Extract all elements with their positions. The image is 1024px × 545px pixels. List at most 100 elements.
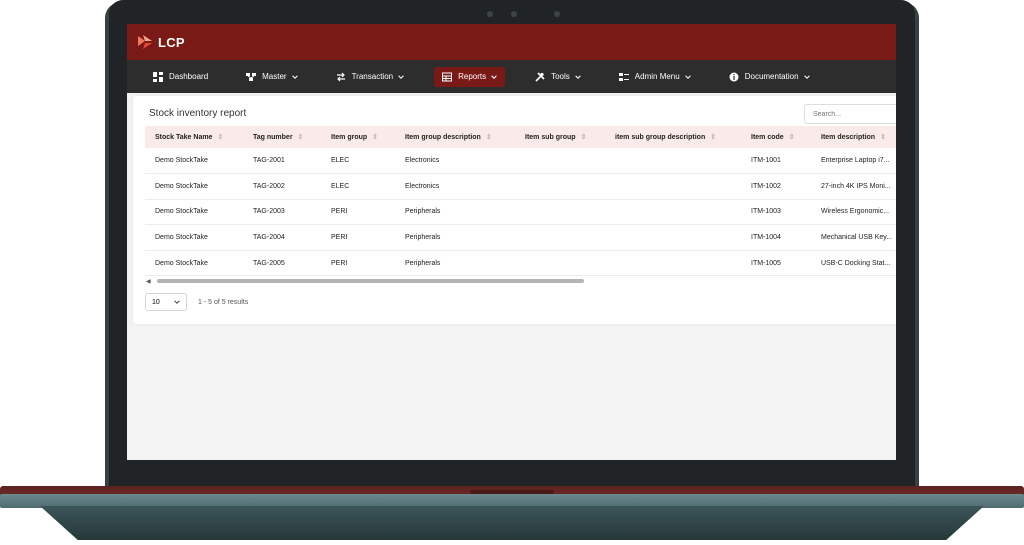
table-cell: ELEC — [331, 182, 350, 190]
table-row[interactable]: Demo StockTake TAG-2003 PERI Peripherals ITM… — [145, 199, 896, 225]
table-cell: Enterprise Laptop i7... — [821, 157, 890, 165]
brand-name: LCP — [158, 34, 185, 50]
table-cell: ITM-1002 — [751, 182, 781, 190]
chevron-down-icon — [174, 300, 180, 304]
results-count: 1 - 5 of 5 results — [198, 298, 249, 306]
column-header[interactable]: item sub group description ⇕ — [605, 126, 741, 148]
table-cell: ELEC — [331, 157, 350, 165]
column-header[interactable]: Item group ⇕ — [321, 126, 395, 148]
sort-icon[interactable]: ⇕ — [581, 134, 587, 141]
column-header[interactable]: Item code ⇕ — [741, 126, 811, 148]
main-navigation: Dashboard Master Transaction Reports Tools Ad… — [127, 60, 896, 93]
table-cell: Peripherals — [405, 208, 441, 216]
column-header-label: Stock Take Name — [155, 134, 213, 141]
table-cell: Demo StockTake — [155, 234, 208, 242]
chevron-down-icon — [803, 74, 810, 79]
chevron-down-icon — [491, 74, 497, 79]
table-cell — [515, 148, 605, 174]
table-cell: Electronics — [405, 157, 440, 165]
scrollbar-thumb[interactable] — [157, 279, 584, 283]
column-header-label: Item group — [331, 134, 368, 141]
column-header[interactable]: Tag number ⇕ — [243, 126, 321, 148]
admin-icon — [618, 72, 629, 82]
page-size-select[interactable]: 10 — [145, 293, 187, 311]
sort-icon[interactable]: ⇕ — [372, 134, 378, 141]
horizontal-scrollbar[interactable]: ◀ — [145, 278, 896, 285]
column-header-label: Item sub group — [525, 134, 576, 141]
nav-item-transaction[interactable]: Transaction — [328, 67, 413, 87]
nav-item-dashboard[interactable]: Dashboard — [145, 67, 216, 87]
nav-item-label: Documentation — [744, 72, 799, 81]
nav-item-label: Master — [262, 72, 287, 81]
table-cell — [515, 225, 605, 251]
table-cell: ITM-1005 — [751, 259, 781, 267]
table-cell: ITM-1003 — [751, 208, 781, 216]
column-header[interactable]: Item group description ⇕ — [395, 126, 515, 148]
table-cell: TAG-2003 — [253, 208, 285, 216]
report-card: Stock inventory report Stock Take Name⇕T… — [133, 96, 896, 324]
report-icon — [442, 72, 453, 82]
table-cell — [605, 250, 741, 276]
table-cell: Peripherals — [405, 234, 441, 242]
table-cell: Wireless Ergonomic... — [821, 208, 890, 216]
table-row[interactable]: Demo StockTake TAG-2002 ELEC Electronics ITM… — [145, 174, 896, 200]
nav-item-label: Transaction — [351, 72, 394, 81]
nav-item-master[interactable]: Master — [238, 67, 305, 87]
search-input[interactable] — [804, 104, 896, 124]
table-cell: TAG-2001 — [253, 157, 285, 165]
table-cell: TAG-2005 — [253, 259, 285, 267]
table-cell — [605, 225, 741, 251]
chevron-down-icon — [684, 74, 691, 79]
sort-icon[interactable]: ⇕ — [710, 134, 716, 141]
chevron-down-icon — [575, 74, 581, 79]
nav-item-label: Admin Menu — [634, 72, 680, 81]
table-row[interactable]: Demo StockTake TAG-2005 PERI Peripherals ITM… — [145, 250, 896, 276]
column-header[interactable]: Item description ⇕ — [811, 126, 896, 148]
laptop-base — [0, 494, 1024, 508]
inventory-table: Stock Take Name ⇕ Tag number ⇕ Item group ⇕ It… — [145, 126, 896, 276]
table-body: Demo StockTake TAG-2001 ELEC Electronics ITM… — [145, 148, 896, 276]
nav-item-reports[interactable]: Reports — [434, 66, 506, 87]
table-cell — [515, 199, 605, 225]
table-cell: PERI — [331, 208, 348, 216]
network-icon — [246, 72, 257, 82]
column-header-label: Tag number — [253, 134, 293, 141]
table-row[interactable]: Demo StockTake TAG-2001 ELEC Electronics ITM… — [145, 148, 896, 174]
camera-icon — [511, 11, 517, 17]
sort-icon[interactable]: ⇕ — [217, 134, 223, 141]
table-cell: ITM-1001 — [751, 157, 781, 165]
column-header[interactable]: Stock Take Name ⇕ — [145, 126, 243, 148]
sort-icon[interactable]: ⇕ — [880, 134, 886, 141]
table-cell — [605, 174, 741, 200]
pagination: 10 1 - 5 of 5 results — [145, 293, 248, 311]
app-screen: LCP Dashboard Master Transaction Reports Too… — [127, 24, 896, 460]
dashboard-icon — [153, 71, 163, 82]
nav-item-label: Dashboard — [169, 72, 209, 81]
table-cell: 27-inch 4K IPS Moni... — [821, 182, 891, 190]
nav-item-tools[interactable]: Tools — [527, 67, 589, 87]
table-cell: PERI — [331, 234, 348, 242]
nav-item-documentation[interactable]: Documentation — [721, 67, 818, 87]
sort-icon[interactable]: ⇕ — [298, 134, 304, 141]
table-cell: PERI — [331, 259, 348, 267]
scroll-left-icon[interactable]: ◀ — [146, 278, 151, 285]
page-title: Stock inventory report — [149, 108, 247, 119]
nav-item-admin-menu[interactable]: Admin Menu — [611, 67, 699, 87]
sort-icon[interactable]: ⇕ — [486, 134, 492, 141]
column-header[interactable]: Item sub group ⇕ — [515, 126, 605, 148]
table-row[interactable]: Demo StockTake TAG-2004 PERI Peripherals ITM… — [145, 225, 896, 251]
table-cell: Demo StockTake — [155, 259, 208, 267]
swap-icon — [336, 72, 346, 82]
sort-icon[interactable]: ⇕ — [789, 134, 795, 141]
app-header: LCP — [127, 24, 896, 60]
info-icon — [729, 72, 739, 82]
column-header-label: Item code — [751, 134, 784, 141]
column-header-label: Item group description — [405, 134, 481, 141]
table-cell: Demo StockTake — [155, 208, 208, 216]
table-cell: Electronics — [405, 182, 440, 190]
laptop-mockup: LCP Dashboard Master Transaction Reports Too… — [0, 0, 1024, 545]
chevron-down-icon — [398, 74, 404, 79]
table-header-row: Stock Take Name ⇕ Tag number ⇕ Item group ⇕ It… — [145, 126, 896, 148]
table-cell: TAG-2004 — [253, 234, 285, 242]
table-cell: Demo StockTake — [155, 157, 208, 165]
